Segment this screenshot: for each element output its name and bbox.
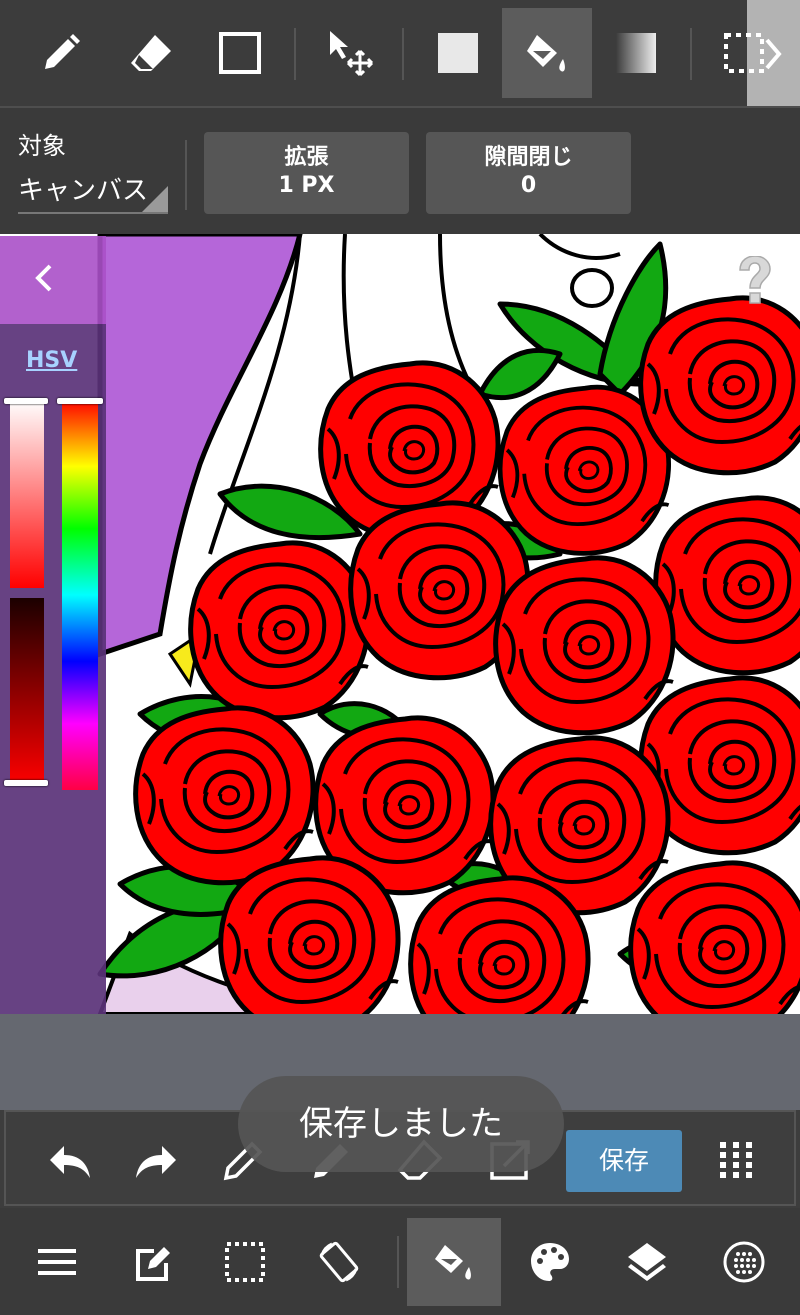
toolbar-divider	[690, 28, 692, 80]
shape-tool-button[interactable]	[195, 8, 285, 98]
value-slider[interactable]	[10, 598, 44, 786]
gap-close-button[interactable]: 隙間閉じ 0	[426, 132, 631, 214]
saturation-slider[interactable]	[10, 400, 44, 588]
eraser-tool-button[interactable]	[106, 8, 196, 98]
paint-bucket-icon	[435, 1245, 471, 1280]
saturation-handle[interactable]	[4, 398, 48, 404]
color-panel: HSV	[0, 236, 106, 1102]
eraser-icon	[131, 35, 171, 71]
tool-toolbar	[0, 0, 800, 106]
undo-button[interactable]	[44, 1134, 96, 1186]
brush-settings-icon	[723, 1241, 765, 1283]
gap-close-value: 0	[520, 173, 537, 198]
hue-handle[interactable]	[57, 398, 103, 404]
gradient-tool-button[interactable]	[591, 8, 681, 98]
target-value: キャンバス	[18, 176, 149, 206]
hue-slider[interactable]	[62, 400, 98, 790]
nav-divider	[397, 1236, 399, 1288]
target-dropdown[interactable]: キャンバス	[18, 166, 168, 214]
help-icon[interactable]	[732, 255, 778, 306]
value-handle[interactable]	[4, 780, 48, 786]
selection-button[interactable]	[198, 1218, 292, 1306]
edit-icon	[136, 1247, 170, 1281]
redo-icon	[136, 1146, 176, 1178]
layers-icon	[628, 1243, 666, 1281]
move-tool-button[interactable]	[305, 8, 395, 98]
bucket-tool-button[interactable]	[502, 8, 592, 98]
redo-button[interactable]	[130, 1134, 182, 1186]
square-outline-icon	[219, 32, 261, 74]
bucket-nav-button[interactable]	[407, 1218, 501, 1306]
rotate-canvas-button[interactable]	[292, 1218, 386, 1306]
edit-button[interactable]	[104, 1218, 198, 1306]
toast-message: 保存しました	[238, 1076, 564, 1172]
rose-bouquet-artwork	[97, 234, 800, 1014]
grid-menu-button[interactable]	[710, 1134, 762, 1186]
menu-button[interactable]	[10, 1218, 104, 1306]
dashed-select-icon	[724, 33, 782, 73]
gradient-icon	[616, 33, 656, 73]
palette-icon	[531, 1243, 569, 1281]
layers-button[interactable]	[600, 1218, 694, 1306]
undo-icon	[50, 1146, 90, 1178]
more-tools-button[interactable]	[724, 0, 800, 106]
save-button[interactable]: 保存	[566, 1130, 682, 1192]
rotate-icon	[319, 1241, 359, 1283]
chevron-left-icon[interactable]	[22, 256, 66, 300]
expand-label: 拡張	[284, 145, 329, 170]
options-divider	[185, 140, 187, 210]
menu-icon	[38, 1249, 76, 1275]
expand-value: 1 PX	[278, 173, 335, 198]
drawing-canvas[interactable]	[0, 234, 800, 1014]
pencil-icon	[45, 34, 80, 69]
fill-color-tool-button[interactable]	[413, 8, 503, 98]
grid-dots-icon	[720, 1142, 752, 1178]
expand-button[interactable]: 拡張 1 PX	[204, 132, 409, 214]
color-panel-header	[0, 236, 106, 324]
dropdown-corner-icon	[142, 186, 168, 212]
paint-bucket-icon	[527, 35, 565, 72]
bottom-navigation	[0, 1208, 800, 1315]
brush-settings-button[interactable]	[697, 1218, 791, 1306]
move-arrows-icon	[330, 31, 374, 77]
toolbar-divider	[294, 28, 296, 80]
pen-tool-button[interactable]	[16, 8, 106, 98]
color-mode-link[interactable]: HSV	[26, 348, 77, 373]
palette-button[interactable]	[503, 1218, 597, 1306]
selection-icon	[225, 1242, 265, 1282]
gap-close-label: 隙間閉じ	[484, 145, 573, 170]
filled-square-icon	[438, 33, 478, 73]
target-label: 対象	[18, 132, 66, 160]
fill-options-bar: 対象 キャンバス 拡張 1 PX 隙間閉じ 0	[0, 106, 800, 234]
toolbar-divider	[402, 28, 404, 80]
